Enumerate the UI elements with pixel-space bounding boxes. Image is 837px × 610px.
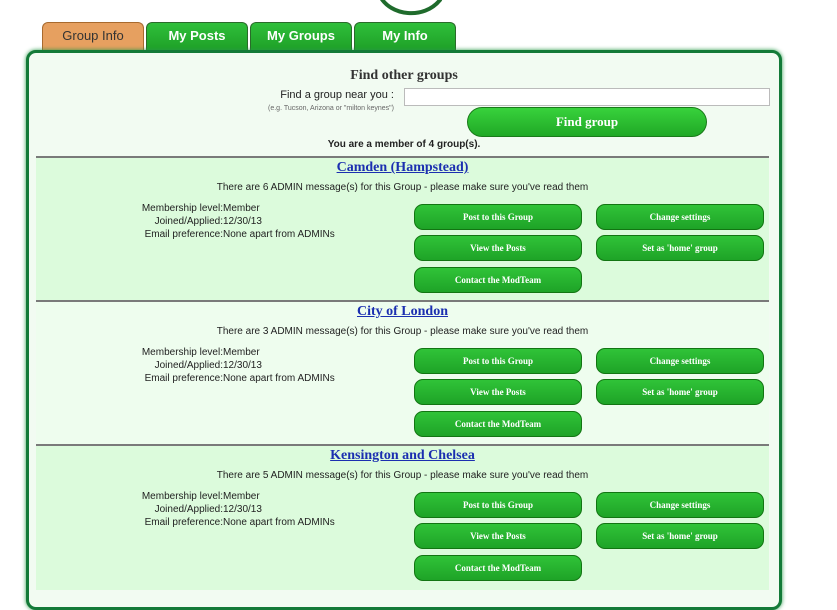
find-group-input[interactable] [404,88,770,106]
tab-my-info[interactable]: My Info [354,22,456,52]
find-group-button[interactable]: Find group [467,107,707,137]
joined-value: 12/30/13 [223,216,262,227]
membership-info: Membership level: Member Joined/Applied: 1… [116,490,335,529]
change-settings-button[interactable]: Change settings [596,492,764,518]
view-posts-button[interactable]: View the Posts [414,523,582,549]
change-settings-button[interactable]: Change settings [596,204,764,230]
admin-message-notice: There are 5 ADMIN message(s) for this Gr… [216,470,589,481]
find-groups-title: Find other groups [350,68,458,83]
email-preference-label: Email preference: [144,517,223,528]
group-card: Camden (Hampstead) There are 6 ADMIN mes… [36,156,769,302]
membership-info: Membership level: Member Joined/Applied: 1… [116,202,335,241]
joined-label: Joined/Applied: [154,360,223,371]
group-name-link[interactable]: Camden (Hampstead) [36,160,769,176]
set-home-group-button[interactable]: Set as 'home' group [596,379,764,405]
find-group-hint: (e.g. Tucson, Arizona or "milton keynes"… [268,105,394,112]
membership-level-label: Membership level: [141,203,223,214]
member-count-text: You are a member of 4 group(s). [327,139,481,150]
email-preference-value: None apart from ADMINs [223,373,335,384]
set-home-group-button[interactable]: Set as 'home' group [596,523,764,549]
group-card: Kensington and Chelsea There are 5 ADMIN… [36,444,769,590]
logo-swoosh-icon [380,0,442,15]
post-to-group-button[interactable]: Post to this Group [414,204,582,230]
admin-message-notice: There are 6 ADMIN message(s) for this Gr… [216,182,589,193]
group-name-link[interactable]: City of London [36,304,769,320]
membership-level-value: Member [223,347,260,358]
post-to-group-button[interactable]: Post to this Group [414,348,582,374]
membership-level-label: Membership level: [141,347,223,358]
group-info-panel: Find other groups Find a group near you … [26,50,782,610]
group-name-link[interactable]: Kensington and Chelsea [36,448,769,464]
joined-label: Joined/Applied: [154,216,223,227]
email-preference-value: None apart from ADMINs [223,517,335,528]
contact-modteam-button[interactable]: Contact the ModTeam [414,267,582,293]
set-home-group-button[interactable]: Set as 'home' group [596,235,764,261]
view-posts-button[interactable]: View the Posts [414,235,582,261]
contact-modteam-button[interactable]: Contact the ModTeam [414,555,582,581]
tab-group-info[interactable]: Group Info [42,22,144,52]
post-to-group-button[interactable]: Post to this Group [414,492,582,518]
tab-my-posts[interactable]: My Posts [146,22,248,52]
membership-level-value: Member [223,203,260,214]
contact-modteam-button[interactable]: Contact the ModTeam [414,411,582,437]
joined-value: 12/30/13 [223,360,262,371]
joined-value: 12/30/13 [223,504,262,515]
joined-label: Joined/Applied: [154,504,223,515]
admin-message-notice: There are 3 ADMIN message(s) for this Gr… [216,326,589,337]
membership-level-value: Member [223,491,260,502]
view-posts-button[interactable]: View the Posts [414,379,582,405]
email-preference-value: None apart from ADMINs [223,229,335,240]
tab-my-groups[interactable]: My Groups [250,22,352,52]
group-card: City of London There are 3 ADMIN message… [36,300,769,446]
membership-info: Membership level: Member Joined/Applied: 1… [116,346,335,385]
membership-level-label: Membership level: [141,491,223,502]
email-preference-label: Email preference: [144,373,223,384]
find-group-label: Find a group near you : [280,89,394,101]
change-settings-button[interactable]: Change settings [596,348,764,374]
email-preference-label: Email preference: [144,229,223,240]
